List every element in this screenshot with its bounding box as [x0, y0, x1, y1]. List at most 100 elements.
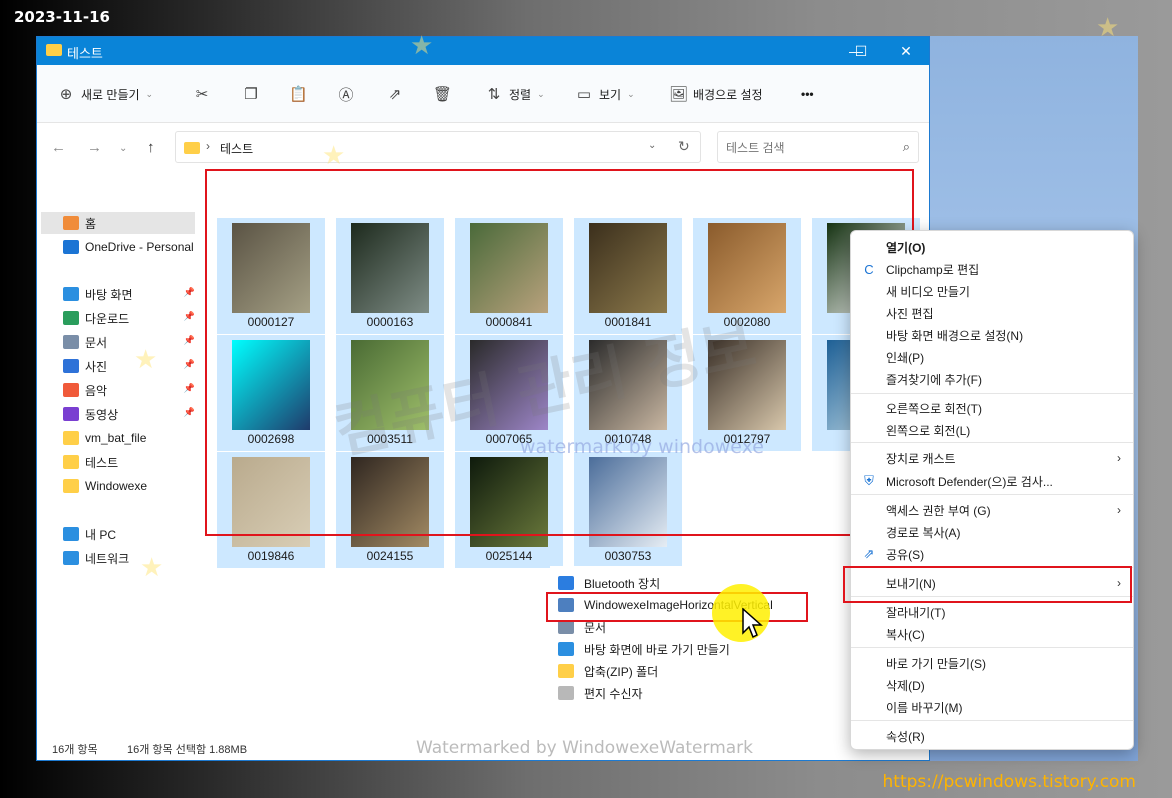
search-input[interactable]	[726, 139, 886, 157]
sidebar-item-label: 다운로드	[85, 311, 130, 326]
title-bar[interactable]: 테스트 — ☐ ✕	[37, 37, 929, 65]
sidebar-item[interactable]: 다운로드 📌	[41, 307, 195, 329]
cut-button[interactable]: ✂	[193, 84, 211, 104]
recent-chevron-icon[interactable]: ⌄	[119, 143, 127, 154]
pin-icon: 📌	[183, 383, 195, 393]
sidebar-item[interactable]: vm_bat_file	[41, 427, 195, 449]
send-to-item[interactable]: 문서	[550, 616, 846, 638]
sidebar-item[interactable]: 홈	[41, 212, 195, 234]
send-to-item[interactable]: 바탕 화면에 바로 가기 만들기	[550, 638, 846, 660]
context-menu-item[interactable]: 오른쪽으로 회전(T)	[851, 397, 1133, 419]
sidebar-item[interactable]: 동영상 📌	[41, 403, 195, 425]
address-dropdown-icon[interactable]: ⌄	[648, 140, 656, 151]
sidebar-item[interactable]: 음악 📌	[41, 379, 195, 401]
sort-button[interactable]: ⇅ 정렬 ⌄	[485, 84, 545, 104]
context-menu-item[interactable]: 경로로 복사(A)	[851, 521, 1133, 543]
selection-info: 16개 항목 선택함 1.88MB	[127, 744, 248, 756]
image-thumbnail	[470, 223, 548, 313]
context-menu-item[interactable]: C Clipchamp로 편집	[851, 258, 1133, 280]
context-menu-item[interactable]: 보내기(N) ›	[851, 572, 1133, 594]
address-bar[interactable]: › 테스트 ⌄ ↻	[175, 131, 701, 163]
maximize-button[interactable]: ☐	[838, 39, 884, 63]
close-button[interactable]: ✕	[883, 39, 929, 63]
sidebar-item[interactable]: OneDrive - Personal	[41, 236, 195, 258]
paste-button[interactable]: 📋	[289, 84, 308, 104]
search-box[interactable]: ⌕	[717, 131, 919, 163]
context-menu-item[interactable]: 인쇄(P)	[851, 346, 1133, 368]
forward-arrow-icon[interactable]: →	[87, 139, 102, 156]
file-tile[interactable]: 0024155	[336, 452, 444, 568]
copy-button[interactable]: ❐	[242, 84, 260, 104]
context-menu-item[interactable]: 속성(R)	[851, 725, 1133, 747]
sidebar-item-label: 내 PC	[85, 527, 117, 542]
context-menu-item[interactable]: 새 비디오 만들기	[851, 280, 1133, 302]
send-to-item[interactable]: Bluetooth 장치	[550, 572, 846, 594]
context-menu-item[interactable]: 즐겨찾기에 추가(F)	[851, 368, 1133, 390]
set-background-button[interactable]: 🖼 배경으로 설정	[669, 84, 763, 104]
file-tile[interactable]: 0000163	[336, 218, 444, 334]
sidebar-item-icon	[63, 527, 79, 541]
send-to-item[interactable]: WindowexeImageHorizontalVertical	[550, 594, 846, 616]
menu-item-label: 삭제(D)	[886, 678, 925, 693]
context-menu-item[interactable]: 바탕 화면 배경으로 설정(N)	[851, 324, 1133, 346]
pin-icon: 📌	[183, 359, 195, 369]
sidebar-item[interactable]: 사진 📌	[41, 355, 195, 377]
menu-item-label: 복사(C)	[886, 627, 925, 642]
context-menu: 열기(O) C Clipchamp로 편집 새 비디오 만들기사진 편집바탕 화면 배…	[850, 230, 1134, 750]
context-menu-item[interactable]: 잘라내기(T)	[851, 601, 1133, 623]
search-icon: ⌕	[902, 139, 910, 154]
view-button[interactable]: ▭ 보기 ⌄	[575, 84, 635, 104]
share-button[interactable]: ⇗	[386, 84, 404, 104]
context-menu-item[interactable]: 바로 가기 만들기(S)	[851, 652, 1133, 674]
file-name: 0030753	[604, 549, 652, 563]
context-menu-item[interactable]: 사진 편집	[851, 302, 1133, 324]
send-to-item[interactable]: 압축(ZIP) 폴더	[550, 660, 846, 682]
back-arrow-icon[interactable]: ←	[51, 139, 66, 156]
date-stamp: 2023-11-16	[14, 8, 110, 26]
context-menu-item[interactable]: ⛨ Microsoft Defender(으)로 검사...	[851, 470, 1133, 492]
new-button[interactable]: ⊕ 새로 만들기 ⌄	[57, 84, 153, 104]
context-menu-item[interactable]: 삭제(D)	[851, 674, 1133, 696]
context-menu-item[interactable]: 왼쪽으로 회전(L)	[851, 419, 1133, 441]
file-tile[interactable]: 0025144	[455, 452, 563, 568]
context-menu-item[interactable]: ⇗ 공유(S)	[851, 543, 1133, 565]
rename-button[interactable]: Ⓐ	[337, 84, 355, 104]
sidebar-item[interactable]: 바탕 화면 📌	[41, 283, 195, 305]
menu-item-label: 바탕 화면 배경으로 설정(N)	[886, 328, 1024, 343]
sidebar-item-label: Windowexe	[85, 479, 148, 493]
plus-circle-icon: ⊕	[59, 86, 73, 103]
sidebar-item-icon	[63, 479, 79, 493]
context-menu-item[interactable]: 이름 바꾸기(M)	[851, 696, 1133, 718]
menu-separator	[851, 720, 1133, 721]
up-arrow-icon[interactable]: ↑	[147, 139, 155, 156]
sidebar-item-label: 문서	[85, 335, 108, 350]
file-tile[interactable]: 0019846	[217, 452, 325, 568]
context-menu-item[interactable]: 열기(O)	[851, 236, 1133, 258]
context-menu-item[interactable]: 장치로 캐스트 ›	[851, 447, 1133, 469]
sidebar-item[interactable]: 문서 📌	[41, 331, 195, 353]
sidebar-item-icon	[63, 407, 79, 421]
delete-button[interactable]: 🗑	[433, 84, 452, 104]
context-menu-item[interactable]: 복사(C)	[851, 623, 1133, 645]
send-to-item-icon	[558, 642, 574, 656]
sidebar-item[interactable]: 네트워크	[41, 547, 195, 569]
sidebar-item[interactable]: 내 PC	[41, 523, 195, 545]
decorative-star-icon: ★	[1096, 12, 1120, 42]
file-tile[interactable]: 0002698	[217, 335, 325, 451]
file-tile[interactable]: 0000127	[217, 218, 325, 334]
sidebar-item-icon	[63, 455, 79, 469]
more-button[interactable]: •••	[801, 84, 814, 104]
menu-item-label: 사진 편집	[886, 306, 934, 321]
context-menu-item[interactable]: 액세스 권한 부여 (G) ›	[851, 499, 1133, 521]
menu-item-label: 액세스 권한 부여 (G)	[886, 503, 991, 518]
file-tile[interactable]: 0030753	[574, 452, 682, 568]
decorative-star-icon: ★	[322, 140, 346, 170]
menu-item-label: 바로 가기 만들기(S)	[886, 656, 986, 671]
mouse-cursor-icon	[742, 608, 763, 639]
send-to-item[interactable]: 편지 수신자	[550, 682, 846, 704]
file-tile[interactable]: 0000841	[455, 218, 563, 334]
sidebar-item[interactable]: Windowexe	[41, 475, 195, 497]
refresh-icon[interactable]: ↻	[678, 138, 690, 155]
sidebar-item[interactable]: 테스트	[41, 451, 195, 473]
address-path: 테스트	[220, 142, 254, 156]
